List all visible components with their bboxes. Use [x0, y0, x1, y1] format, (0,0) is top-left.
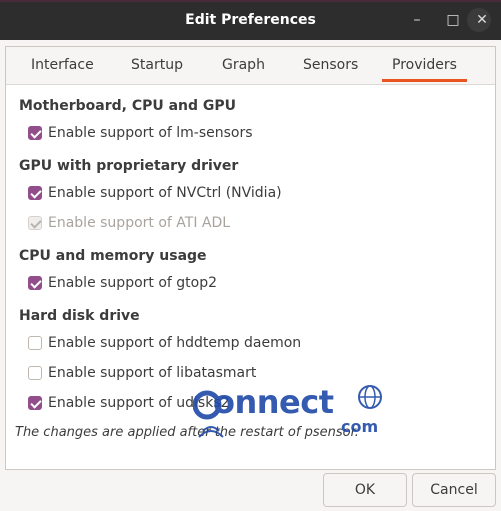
lm-sensors-label: Enable support of lm-sensors [48, 125, 253, 141]
title-bar: Edit Preferences – □ ✕ [0, 0, 501, 40]
cancel-button[interactable]: Cancel [412, 473, 496, 507]
nvctrl-option[interactable]: Enable support of NVCtrl (NVidia) [28, 184, 282, 202]
minimize-icon[interactable]: – [408, 11, 426, 29]
hddtemp-checkbox[interactable] [28, 336, 42, 350]
watermark-text: onnect [213, 383, 334, 421]
tab-startup[interactable]: Startup [131, 57, 183, 73]
maximize-icon[interactable]: □ [444, 11, 462, 29]
section-hdd-title: Hard disk drive [19, 308, 140, 324]
ok-button[interactable]: OK [323, 473, 407, 507]
nvctrl-label: Enable support of NVCtrl (NVidia) [48, 185, 282, 201]
lm-sensors-option[interactable]: Enable support of lm-sensors [28, 124, 253, 142]
ati-adl-checkbox [28, 216, 42, 230]
tab-sensors[interactable]: Sensors [303, 57, 358, 73]
gtop2-label: Enable support of gtop2 [48, 275, 218, 291]
section-cpu-memory-title: CPU and memory usage [19, 248, 207, 264]
udisks2-checkbox[interactable] [28, 396, 42, 410]
gtop2-option[interactable]: Enable support of gtop2 [28, 274, 217, 292]
nvctrl-checkbox[interactable] [28, 186, 42, 200]
hddtemp-option[interactable]: Enable support of hddtemp daemon [28, 334, 301, 352]
tab-bar: Interface Startup Graph Sensors Provider… [6, 47, 495, 85]
tab-providers[interactable]: Providers [382, 57, 467, 82]
hddtemp-label: Enable support of hddtemp daemon [48, 335, 302, 351]
section-motherboard-title: Motherboard, CPU and GPU [19, 98, 237, 114]
ati-adl-option: Enable support of ATI ADL [28, 214, 230, 232]
libatasmart-checkbox[interactable] [28, 366, 42, 380]
watermark-suffix: com [341, 417, 379, 436]
libatasmart-label: Enable support of libatasmart [48, 365, 257, 381]
ati-adl-label: Enable support of ATI ADL [48, 215, 231, 231]
libatasmart-option[interactable]: Enable support of libatasmart [28, 364, 256, 382]
tab-graph[interactable]: Graph [222, 57, 265, 73]
section-gpu-title: GPU with proprietary driver [19, 158, 239, 174]
tab-interface[interactable]: Interface [31, 57, 94, 73]
lm-sensors-checkbox[interactable] [28, 126, 42, 140]
watermark-logo: onnect com [192, 383, 403, 445]
gtop2-checkbox[interactable] [28, 276, 42, 290]
close-icon[interactable]: ✕ [473, 11, 491, 29]
